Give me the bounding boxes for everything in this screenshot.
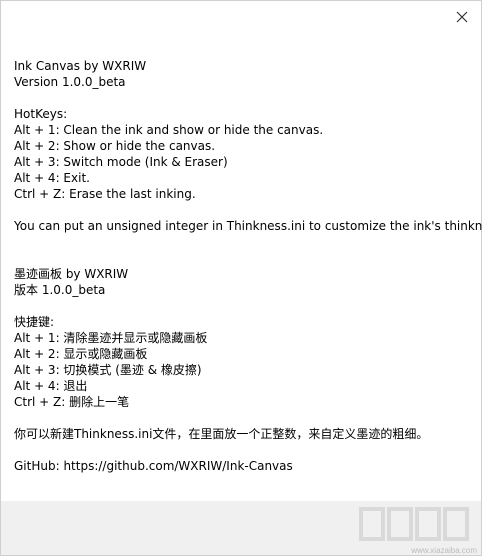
about-content: Ink Canvas by WXRIW Version 1.0.0_beta H… <box>1 1 482 501</box>
hotkeys-header-en: HotKeys: <box>14 107 68 121</box>
about-dialog: Ink Canvas by WXRIW Version 1.0.0_beta H… <box>0 0 482 556</box>
dialog-footer: www.xiazaiba.com <box>1 501 481 555</box>
watermark-logo <box>359 507 469 541</box>
hotkey-2-zh: Alt + 2: 显示或隐藏画板 <box>14 347 148 361</box>
hotkey-4-zh: Alt + 4: 退出 <box>14 379 88 393</box>
hotkey-3-zh: Alt + 3: 切换模式 (墨迹 & 橡皮擦) <box>14 363 202 377</box>
hotkeys-header-zh: 快捷键: <box>14 315 55 329</box>
github-link: GitHub: https://github.com/WXRIW/Ink-Can… <box>14 459 293 473</box>
watermark-text: www.xiazaiba.com <box>411 546 477 555</box>
hotkey-2-en: Alt + 2: Show or hide the canvas. <box>14 139 216 153</box>
app-version-zh: 版本 1.0.0_beta <box>14 283 106 297</box>
close-icon <box>456 11 468 23</box>
hotkey-5-zh: Ctrl + Z: 删除上一笔 <box>14 395 130 409</box>
app-title-zh: 墨迹画板 by WXRIW <box>14 267 129 281</box>
thickness-note-zh: 你可以新建Thinkness.ini文件，在里面放一个正整数，来自定义墨迹的粗细… <box>14 427 429 441</box>
hotkey-5-en: Ctrl + Z: Erase the last inking. <box>14 187 196 201</box>
close-button[interactable] <box>449 7 475 27</box>
hotkey-1-en: Alt + 1: Clean the ink and show or hide … <box>14 123 324 137</box>
hotkey-4-en: Alt + 4: Exit. <box>14 171 90 185</box>
about-text: Ink Canvas by WXRIW Version 1.0.0_beta H… <box>14 58 482 474</box>
hotkey-1-zh: Alt + 1: 清除墨迹并显示或隐藏画板 <box>14 331 208 345</box>
app-version-en: Version 1.0.0_beta <box>14 75 126 89</box>
app-title-en: Ink Canvas by WXRIW <box>14 59 147 73</box>
hotkey-3-en: Alt + 3: Switch mode (Ink & Eraser) <box>14 155 228 169</box>
thickness-note-en: You can put an unsigned integer in Think… <box>14 219 482 233</box>
